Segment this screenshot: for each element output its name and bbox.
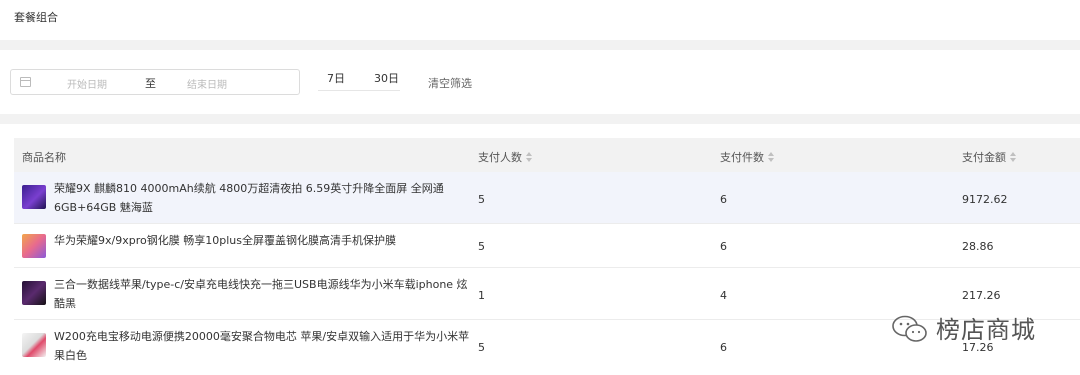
- pieces-cell: 6: [720, 341, 727, 354]
- product-name[interactable]: W200充电宝移动电源便携20000毫安聚合物电芯 苹果/安卓双输入适用于华为小…: [54, 327, 472, 365]
- product-name[interactable]: 荣耀9X 麒麟810 4000mAh续航 4800万超清夜拍 6.59英寸升降全…: [54, 179, 472, 217]
- end-date-input[interactable]: 结束日期: [187, 76, 227, 91]
- table-row[interactable]: 华为荣耀9x/9xpro钢化膜 畅享10plus全屏覆盖钢化膜高清手机保护膜 5…: [14, 224, 1080, 268]
- column-header-buyers[interactable]: 支付人数: [478, 149, 533, 165]
- table-row[interactable]: 三合一数据线苹果/type-c/安卓充电线快充一拖三USB电源线华为小米车载ip…: [14, 268, 1080, 320]
- pieces-cell: 6: [720, 193, 727, 206]
- pieces-cell: 6: [720, 240, 727, 253]
- date-separator: 至: [145, 77, 156, 90]
- sort-icon[interactable]: [1010, 152, 1017, 162]
- product-name[interactable]: 华为荣耀9x/9xpro钢化膜 畅享10plus全屏覆盖钢化膜高清手机保护膜: [54, 231, 472, 250]
- quick-30-days-button[interactable]: 30日: [374, 70, 399, 86]
- filter-bar: 开始日期 至 结束日期 7日 30日 清空筛选: [0, 50, 1080, 114]
- column-header-pieces[interactable]: 支付件数: [720, 149, 775, 165]
- product-name[interactable]: 三合一数据线苹果/type-c/安卓充电线快充一拖三USB电源线华为小米车载ip…: [54, 275, 472, 313]
- buyers-cell: 5: [478, 240, 485, 253]
- start-date-input[interactable]: 开始日期: [67, 76, 107, 91]
- buyers-cell: 5: [478, 193, 485, 206]
- product-thumbnail: [22, 281, 46, 305]
- page-title: 套餐组合: [14, 11, 58, 24]
- buyers-cell: 5: [478, 341, 485, 354]
- top-bar: 套餐组合: [0, 0, 1080, 40]
- table-row[interactable]: 荣耀9X 麒麟810 4000mAh续航 4800万超清夜拍 6.59英寸升降全…: [14, 172, 1080, 224]
- amount-cell: 217.26: [962, 289, 1001, 302]
- watermark-text: 榜店商城: [936, 316, 1036, 344]
- wechat-icon: [892, 315, 927, 342]
- pieces-cell: 4: [720, 289, 727, 302]
- product-thumbnail: [22, 333, 46, 357]
- product-thumbnail: [22, 234, 46, 258]
- quick-range-divider: [318, 90, 400, 91]
- quick-7-days-button[interactable]: 7日: [327, 70, 345, 86]
- buyers-cell: 1: [478, 289, 485, 302]
- sort-icon[interactable]: [768, 152, 775, 162]
- amount-cell: 28.86: [962, 240, 994, 253]
- column-header-amount[interactable]: 支付金额: [962, 149, 1017, 165]
- date-range-picker[interactable]: 开始日期 至 结束日期: [10, 69, 300, 95]
- clear-filter-button[interactable]: 清空筛选: [428, 75, 472, 91]
- column-header-product: 商品名称: [22, 151, 66, 164]
- table-header: 商品名称 支付人数 支付件数 支付金额: [14, 138, 1080, 172]
- calendar-icon: [20, 77, 31, 87]
- sort-icon[interactable]: [526, 152, 533, 162]
- product-thumbnail: [22, 185, 46, 209]
- amount-cell: 9172.62: [962, 193, 1008, 206]
